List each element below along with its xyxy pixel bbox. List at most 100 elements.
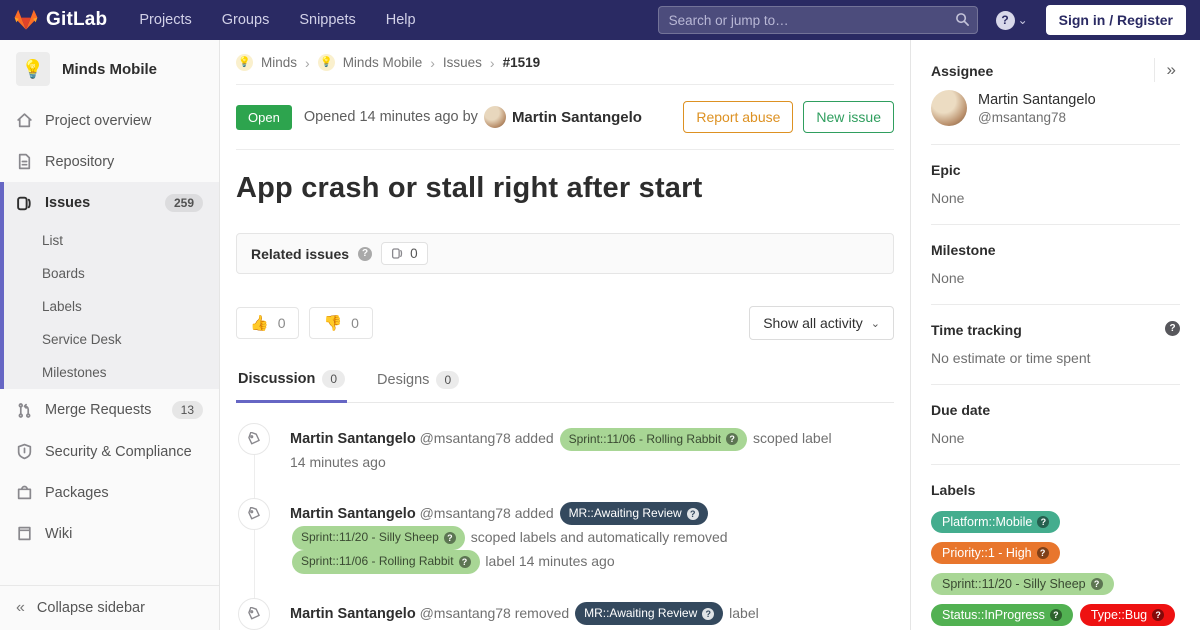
activity-item: Martin Santangelo @msantang78 added MR::…: [238, 497, 894, 574]
group-avatar: 💡: [236, 54, 253, 71]
epic-value: None: [931, 190, 965, 206]
issues-icon: [392, 248, 403, 259]
tag-icon: [248, 506, 260, 520]
label-event-icon: [238, 497, 270, 530]
activity-filter-dropdown[interactable]: Show all activity ⌄: [749, 306, 894, 340]
chevron-right-icon: ›: [430, 54, 435, 71]
due-date-section[interactable]: Due date None: [931, 385, 1180, 465]
label-badge[interactable]: MR::Awaiting Review ?: [559, 502, 708, 526]
global-search: [657, 6, 978, 34]
breadcrumb-group[interactable]: Minds: [261, 55, 297, 70]
help-icon[interactable]: ?: [358, 246, 373, 261]
activity-author[interactable]: Martin Santangelo: [290, 606, 416, 622]
activity-item: Martin Santangelo @msantang78 added Spri…: [238, 423, 894, 474]
sidebar-item-merge-requests[interactable]: Merge Requests 13: [0, 389, 219, 431]
breadcrumb-project[interactable]: Minds Mobile: [343, 55, 423, 70]
sidebar-item-service-desk[interactable]: Service Desk: [4, 323, 219, 356]
due-date-value: None: [931, 430, 965, 446]
label-badge[interactable]: Sprint::11/06 - Rolling Rabbit ?: [292, 550, 480, 574]
package-icon: [17, 485, 32, 500]
activity-item: Martin Santangelo @msantang78 removed MR…: [238, 597, 894, 630]
milestone-section[interactable]: Milestone None: [931, 225, 1180, 305]
sidebar-item-list[interactable]: List: [4, 224, 219, 257]
labels-section: Labels Platform::Mobile ? Priority::1 - …: [931, 465, 1180, 630]
sidebar-item-security-compliance[interactable]: Security & Compliance: [0, 431, 219, 472]
help-menu[interactable]: ? ⌄: [995, 10, 1028, 30]
collapse-left-icon: «: [16, 599, 25, 616]
help-icon[interactable]: ?: [1165, 321, 1180, 336]
label-badge[interactable]: MR::Awaiting Review ?: [575, 602, 724, 626]
collapse-right-icon[interactable]: »: [1153, 58, 1180, 82]
label-badge[interactable]: Sprint::11/20 - Silly Sheep ?: [292, 526, 465, 550]
issue-sidebar: Assignee » Martin Santangelo @msantang78…: [910, 40, 1200, 630]
nav-snippets[interactable]: Snippets: [299, 12, 355, 28]
activity-suffix: label 14 minutes ago: [485, 552, 615, 569]
author-name[interactable]: Martin Santangelo: [512, 109, 642, 126]
activity-author[interactable]: Martin Santangelo: [290, 431, 416, 447]
activity-action: @msantang78 removed: [419, 604, 570, 621]
breadcrumb: 💡 Minds › 💡 Minds Mobile › Issues › #151…: [236, 40, 894, 85]
epic-section[interactable]: Epic None: [931, 145, 1180, 225]
collapse-sidebar-button[interactable]: « Collapse sidebar: [0, 585, 219, 630]
related-issues-label: Related issues: [251, 245, 350, 262]
label-badge-platform[interactable]: Platform::Mobile ?: [931, 511, 1061, 533]
project-name: Minds Mobile: [62, 60, 157, 78]
report-abuse-button[interactable]: Report abuse: [683, 101, 794, 133]
new-issue-button[interactable]: New issue: [803, 101, 894, 133]
thumbs-up-button[interactable]: 👍 0: [236, 307, 300, 339]
issue-status-bar: Open Opened 14 minutes ago by Martin San…: [236, 85, 894, 150]
label-badge[interactable]: Sprint::11/06 - Rolling Rabbit ?: [559, 427, 748, 451]
nav-projects[interactable]: Projects: [139, 12, 191, 28]
tab-discussion[interactable]: Discussion 0: [236, 370, 348, 403]
label-badge-sprint[interactable]: Sprint::11/20 - Silly Sheep ?: [931, 573, 1114, 595]
activity-action: @msantang78 added: [419, 504, 554, 521]
activity-author[interactable]: Martin Santangelo: [290, 506, 416, 522]
tab-designs[interactable]: Designs 0: [375, 370, 461, 402]
label-badge-priority[interactable]: Priority::1 - High ?: [931, 542, 1060, 564]
search-input[interactable]: [657, 6, 978, 34]
sidebar-item-label: Security & Compliance: [45, 443, 192, 460]
project-avatar: 💡: [16, 52, 50, 86]
sidebar-item-issues[interactable]: Issues 259: [4, 182, 219, 224]
assignee-title: Assignee: [931, 63, 994, 79]
breadcrumb-issues[interactable]: Issues: [443, 55, 482, 70]
label-text: Type::Bug: [1090, 608, 1148, 622]
wiki-icon: [18, 526, 31, 541]
related-issues-panel: Related issues ? 0: [236, 233, 894, 274]
activity-action: @msantang78 added: [419, 430, 554, 446]
thumbs-down-count: 0: [351, 315, 359, 331]
sidebar-item-repository[interactable]: Repository: [0, 141, 219, 182]
gitlab-tanuki-icon: [14, 9, 38, 30]
label-badge-type[interactable]: Type::Bug ?: [1079, 604, 1176, 626]
assignee-user[interactable]: Martin Santangelo @msantang78: [931, 90, 1180, 126]
scoped-label-help-icon: ?: [458, 555, 471, 568]
project-avatar-small: 💡: [317, 54, 335, 71]
sidebar-item-wiki[interactable]: Wiki: [0, 513, 219, 554]
label-text: MR::Awaiting Review: [584, 606, 698, 621]
sidebar-item-label: Project overview: [45, 112, 152, 129]
sidebar-item-milestones[interactable]: Milestones: [4, 356, 219, 389]
time-tracking-title: Time tracking: [931, 322, 1022, 338]
sign-in-button[interactable]: Sign in / Register: [1045, 5, 1186, 35]
project-header[interactable]: 💡 Minds Mobile: [0, 40, 219, 100]
nav-help[interactable]: Help: [386, 12, 416, 28]
award-emoji-row: 👍 0 👎 0 Show all activity ⌄: [236, 306, 894, 340]
project-sidebar: 💡 Minds Mobile Project overview Reposito…: [0, 40, 220, 630]
label-badge-status[interactable]: Status::InProgress ?: [931, 604, 1073, 626]
assignee-avatar: [931, 90, 967, 126]
issue-actions: Report abuse New issue: [683, 101, 894, 133]
label-event-icon: [238, 597, 270, 630]
nav-groups[interactable]: Groups: [222, 12, 270, 28]
sidebar-item-packages[interactable]: Packages: [0, 472, 219, 513]
due-date-title: Due date: [931, 402, 991, 418]
primary-nav: Projects Groups Snippets Help: [139, 12, 415, 28]
sidebar-item-boards[interactable]: Boards: [4, 257, 219, 290]
file-icon: [18, 153, 31, 170]
mr-count-badge: 13: [171, 401, 203, 419]
sidebar-item-labels[interactable]: Labels: [4, 290, 219, 323]
search-icon[interactable]: [955, 12, 970, 27]
gitlab-logo[interactable]: GitLab: [14, 8, 107, 32]
thumbs-down-button[interactable]: 👎 0: [309, 307, 373, 339]
thumbs-down-icon: 👎: [323, 315, 343, 332]
sidebar-item-project-overview[interactable]: Project overview: [0, 100, 219, 141]
